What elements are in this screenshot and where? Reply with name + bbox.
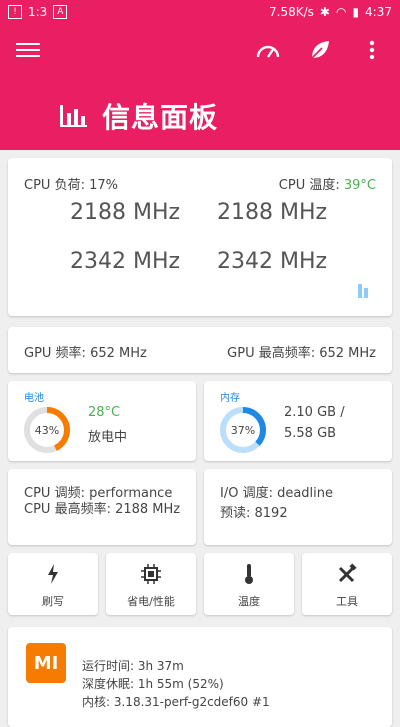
cpu-governor: CPU 调频: performance (24, 486, 173, 501)
memory-percent: 37% (230, 423, 256, 437)
battery-status: 放电中 (88, 430, 128, 445)
io-scheduler-card: I/O 调度: deadline 预读: 8192 (204, 469, 392, 545)
app-notification-icon: A (53, 5, 68, 19)
memory-card[interactable]: 内存 37% 2.10 GB / 5.58 GB (204, 381, 392, 461)
cpu-governor-card: CPU 调频: performance CPU 最高频率: 2188 MHz (8, 469, 196, 545)
kernel-version: 内核: 3.18.31-perf-g2cdef60 #1 (82, 695, 270, 709)
bar-chart-icon (60, 105, 87, 127)
deep-sleep: 深度休眠: 1h 55m (52%) (82, 677, 224, 691)
network-speed: 7.58K/s (269, 5, 314, 19)
io-scheduler: I/O 调度: deadline (220, 486, 334, 501)
clock: 4:37 (365, 5, 392, 19)
temperature-button[interactable]: 温度 (204, 553, 294, 615)
tool-label: 刷写 (42, 595, 64, 608)
tool-label: 温度 (238, 595, 260, 608)
status-bar: ! 1:3 A 7.58K/s ✱ ◠ ▮ 4:37 (0, 0, 400, 24)
flash-icon (8, 563, 98, 585)
leaf-icon[interactable] (306, 36, 334, 64)
battery-title: 电池 (24, 393, 44, 404)
bluetooth-icon: ✱ (319, 5, 330, 19)
cpu-core-freq: 2188 MHz (70, 200, 181, 225)
app-bar: 信息面板 (0, 24, 400, 150)
cpu-graph-icon[interactable] (358, 284, 368, 298)
menu-button[interactable] (16, 39, 40, 63)
flash-button[interactable]: 刷写 (8, 553, 98, 615)
notification-icon: ! (8, 5, 22, 19)
chip-icon (106, 563, 196, 585)
mi-logo: MI (26, 643, 66, 683)
gpu-max-frequency: GPU 最高频率: 652 MHz (227, 346, 376, 361)
memory-total: 5.58 GB (284, 426, 337, 441)
battery-status-icon: ▮ (352, 5, 360, 19)
cpu-temperature: CPU 温度: 39°C (278, 178, 376, 193)
more-vert-icon[interactable] (358, 36, 386, 64)
tool-label: 工具 (336, 595, 358, 608)
thermometer-icon (204, 563, 294, 585)
battery-card[interactable]: 电池 43% 28°C 放电中 (8, 381, 196, 461)
cpu-core-freq: 2342 MHz (70, 249, 181, 274)
read-ahead: 预读: 8192 (220, 506, 288, 521)
gpu-frequency: GPU 频率: 652 MHz (24, 346, 147, 361)
battery-percent: 43% (34, 423, 60, 437)
tool-label: 省电/性能 (127, 595, 175, 608)
cpu-card: CPU 负荷: 17% CPU 温度: 39°C 2188 MHz 2188 M… (8, 158, 392, 316)
gpu-card: GPU 频率: 652 MHz GPU 最高频率: 652 MHz (8, 327, 392, 373)
memory-title: 内存 (220, 393, 240, 404)
battery-temperature: 28°C (88, 405, 121, 420)
memory-used: 2.10 GB / (284, 405, 345, 420)
device-info-card: MI 运行时间: 3h 37m 深度休眠: 1h 55m (52%) 内核: 3… (8, 627, 392, 727)
status-left-text: 1:3 (28, 5, 48, 19)
tools-icon (302, 563, 392, 585)
cpu-max-frequency: CPU 最高频率: 2188 MHz (24, 502, 181, 517)
power-profile-button[interactable]: 省电/性能 (106, 553, 196, 615)
page-title: 信息面板 (102, 101, 219, 134)
cpu-core-freq: 2342 MHz (217, 249, 328, 274)
cpu-load: CPU 负荷: 17% (24, 178, 118, 193)
wifi-icon: ◠ (335, 5, 347, 19)
uptime: 运行时间: 3h 37m (82, 659, 184, 673)
tools-button[interactable]: 工具 (302, 553, 392, 615)
speedometer-icon[interactable] (254, 36, 282, 64)
cpu-core-freq: 2188 MHz (217, 200, 328, 225)
